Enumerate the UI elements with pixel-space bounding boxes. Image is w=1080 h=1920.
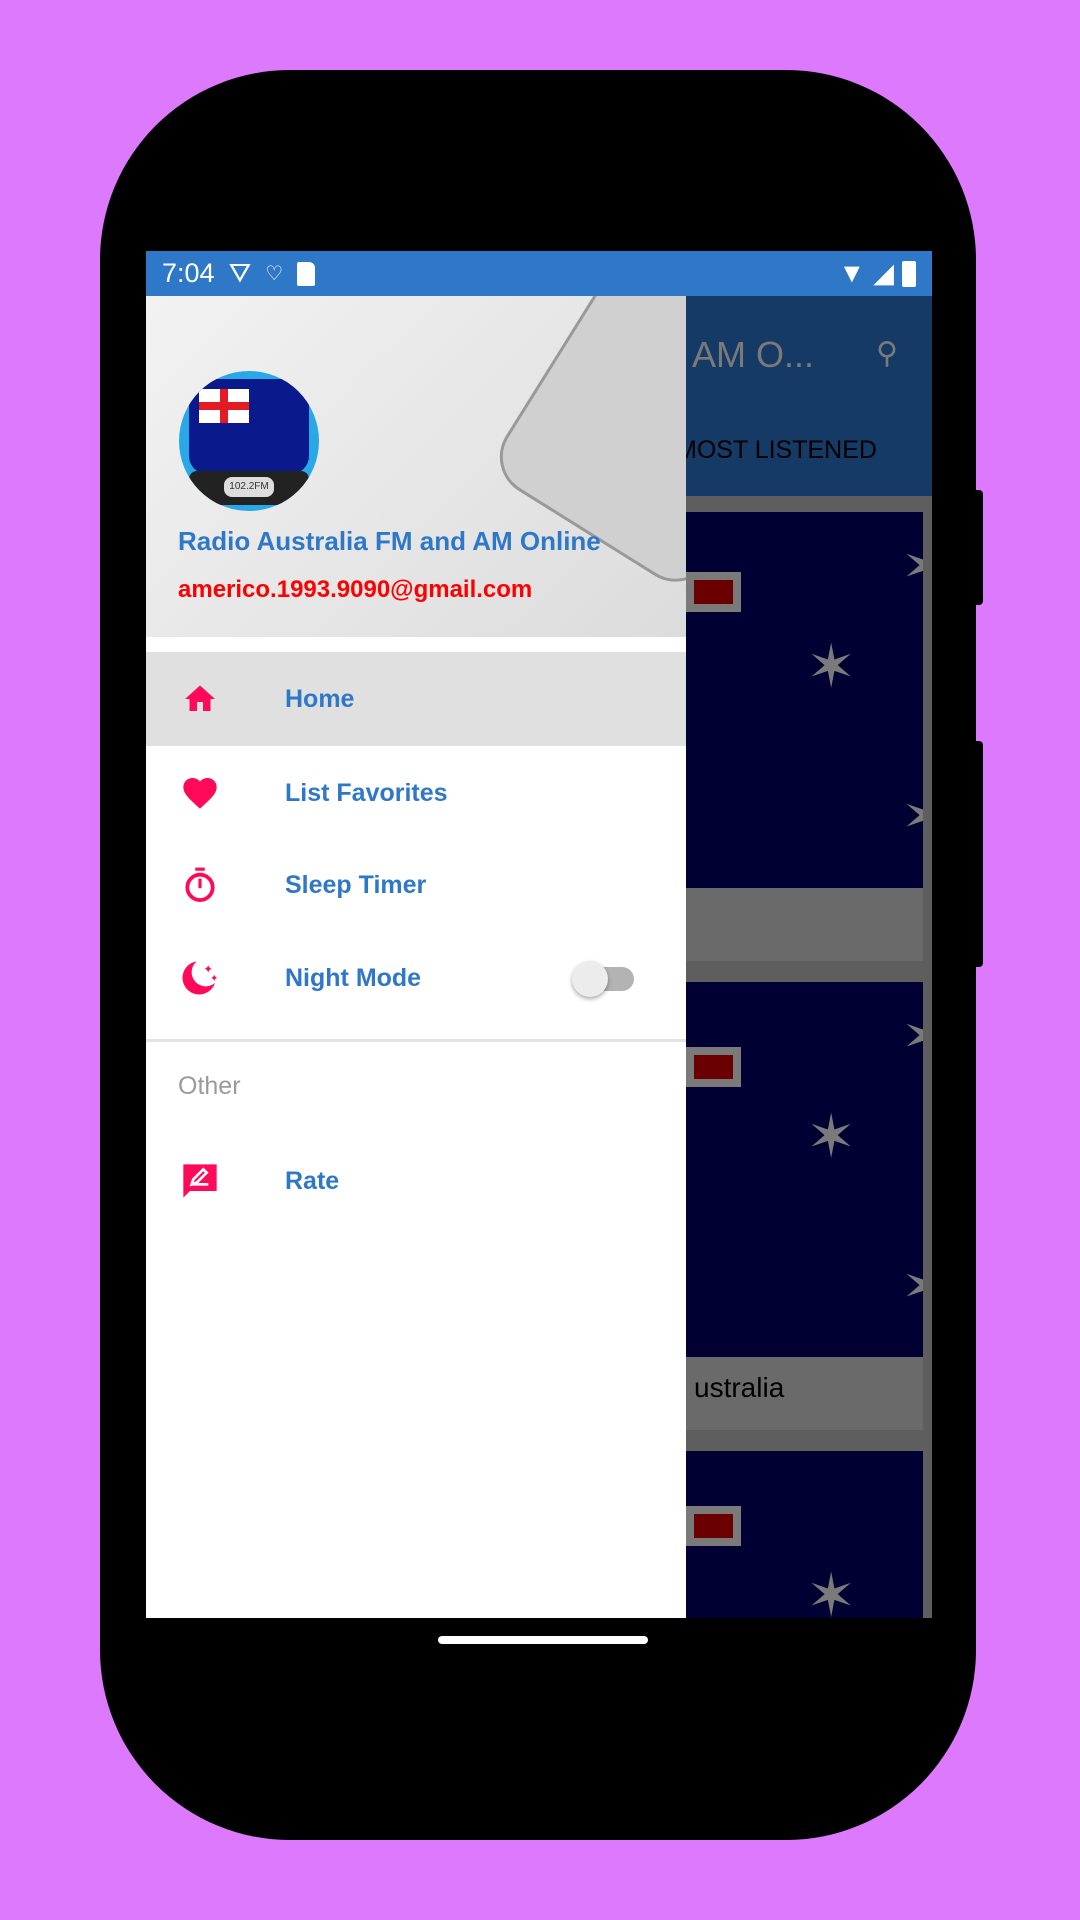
menu-item-label: Sleep Timer (285, 870, 427, 899)
station-card[interactable]: ✶ ✶ ✶ ustralia (686, 982, 923, 1430)
battery-icon (902, 260, 916, 287)
signal-icon: ◢ (873, 258, 894, 288)
section-header-other: Other (178, 1072, 241, 1100)
station-card[interactable]: ✶ ✶ ✶ (686, 512, 923, 961)
home-gesture-handle[interactable] (438, 1636, 648, 1644)
night-mode-toggle[interactable] (572, 961, 634, 997)
screen: l AM O... ⚲ MOST LISTENED ✶ ✶ ✶ ✶ ✶ ✶ us… (146, 251, 932, 1618)
timer-icon (180, 865, 220, 905)
navigation-drawer: 102.2FM Radio Australia FM and AM Online… (146, 296, 686, 1618)
menu-item-label: Home (285, 684, 355, 713)
power-button (974, 490, 983, 605)
tab-most-listened[interactable]: MOST LISTENED (676, 436, 877, 465)
sd-card-icon (297, 261, 316, 286)
search-icon[interactable]: ⚲ (876, 336, 898, 371)
volume-button (974, 741, 983, 967)
flag-image: ✶ (686, 1451, 923, 1618)
menu-item-label: Night Mode (285, 963, 422, 992)
status-time: 7:04 (162, 258, 215, 288)
app-logo: 102.2FM (179, 371, 319, 511)
drawer-header: 102.2FM Radio Australia FM and AM Online… (146, 296, 686, 637)
menu-item-list-favorites[interactable]: List Favorites (146, 746, 686, 840)
svg-text:✦: ✦ (210, 973, 218, 984)
heart-icon (180, 773, 220, 813)
menu-item-rate[interactable]: Rate (146, 1134, 686, 1228)
card-caption: ustralia (694, 1372, 785, 1403)
menu-item-label: List Favorites (285, 778, 448, 807)
toggle-knob (572, 961, 608, 997)
drawer-title: Radio Australia FM and AM Online (178, 526, 601, 556)
moon-icon: ✦ ✦ (180, 958, 220, 998)
menu-item-night-mode[interactable]: ✦ ✦ Night Mode (146, 931, 686, 1025)
flag-image: ✶ ✶ ✶ (686, 982, 923, 1357)
accessibility-icon: ♡ (265, 263, 284, 285)
drawer-email: americo.1993.9090@gmail.com (178, 576, 533, 603)
rate-icon (180, 1161, 220, 1201)
divider (146, 1039, 686, 1042)
shield-play-icon: ⛛ (228, 257, 252, 288)
station-card[interactable]: ✶ (686, 1451, 923, 1618)
menu-item-label: Rate (285, 1166, 340, 1195)
menu-item-home[interactable]: Home (146, 652, 686, 746)
wifi-icon: ▼ (838, 258, 866, 288)
status-bar: 7:04 ⛛ ♡ ▼ ◢ (146, 251, 932, 296)
home-icon (180, 679, 220, 719)
app-title: l AM O... (676, 334, 815, 375)
avatar-frequency: 102.2FM (224, 477, 274, 497)
flag-image: ✶ ✶ ✶ (686, 512, 923, 888)
menu-item-sleep-timer[interactable]: Sleep Timer (146, 838, 686, 932)
